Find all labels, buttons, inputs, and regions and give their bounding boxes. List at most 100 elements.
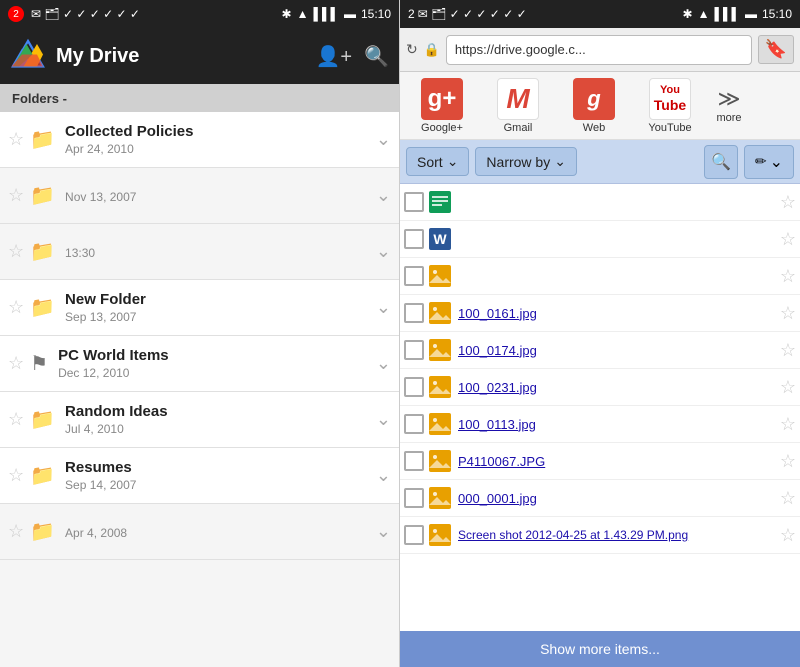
folder-name: PC World Items — [58, 347, 376, 364]
file-star-icon[interactable]: ☆ — [780, 525, 796, 546]
bookmark-youtube[interactable]: You Tube YouTube — [634, 78, 706, 134]
notification-badge-right: 2 — [408, 7, 415, 21]
folder-item[interactable]: ☆ 📁 Apr 4, 2008 ⌄ — [0, 504, 399, 560]
file-checkbox[interactable] — [404, 525, 424, 545]
file-item[interactable]: 100_0174.jpg ☆ — [400, 332, 800, 369]
file-name-screenshot[interactable]: Screen shot 2012-04-25 at 1.43.29 PM.png — [458, 528, 780, 542]
more-bookmarks-button[interactable]: ≫ more — [710, 88, 748, 124]
search-icon-toolbar: 🔍 — [711, 152, 731, 172]
folder-info: New Folder Sep 13, 2007 — [65, 291, 376, 324]
chevron-icon[interactable]: ⌄ — [376, 465, 391, 486]
file-checkbox[interactable] — [404, 451, 424, 471]
star-icon[interactable]: ☆ — [8, 185, 24, 206]
chevron-icon[interactable]: ⌄ — [376, 241, 391, 262]
file-checkbox[interactable] — [404, 377, 424, 397]
file-name-100-0174[interactable]: 100_0174.jpg — [458, 343, 780, 358]
bookmark-web[interactable]: g Web — [558, 78, 630, 134]
folder-date: Sep 13, 2007 — [65, 310, 376, 324]
folder-item[interactable]: ☆ 📁 Resumes Sep 14, 2007 ⌄ — [0, 448, 399, 504]
refresh-icon[interactable]: ↻ — [406, 41, 418, 58]
file-checkbox[interactable] — [404, 303, 424, 323]
sort-label: Sort — [417, 154, 443, 170]
file-star-icon[interactable]: ☆ — [780, 451, 796, 472]
chevron-icon[interactable]: ⌄ — [376, 521, 391, 542]
bookmark-google-plus[interactable]: g+ Google+ — [406, 78, 478, 134]
file-checkbox[interactable] — [404, 488, 424, 508]
sort-button[interactable]: Sort ⌄ — [406, 147, 469, 176]
folders-label: Folders - — [12, 91, 67, 106]
bookmark-gmail[interactable]: M Gmail — [482, 78, 554, 134]
file-star-icon[interactable]: ☆ — [780, 229, 796, 250]
folder-name: Resumes — [65, 459, 376, 476]
file-name-100-0231[interactable]: 100_0231.jpg — [458, 380, 780, 395]
file-item[interactable]: ☆ — [400, 258, 800, 295]
gmail-logo: M — [497, 78, 539, 120]
file-name-100-0161[interactable]: 100_0161.jpg — [458, 306, 780, 321]
file-item[interactable]: W ☆ — [400, 221, 800, 258]
file-item[interactable]: 100_0161.jpg ☆ — [400, 295, 800, 332]
folder-date: Nov 13, 2007 — [65, 190, 376, 204]
star-icon[interactable]: ☆ — [8, 353, 24, 374]
search-icon-header[interactable]: 🔍 — [364, 44, 389, 69]
folder-item[interactable]: ☆ 📁 Collected Policies Apr 24, 2010 ⌄ — [0, 112, 399, 168]
bookmark-label-gmail: Gmail — [504, 122, 533, 134]
bluetooth-icon: ✱ — [282, 7, 292, 21]
folder-icon: 📁 — [30, 127, 55, 152]
file-name-p4110067[interactable]: P4110067.JPG — [458, 454, 780, 469]
chevron-icon[interactable]: ⌄ — [376, 353, 391, 374]
file-star-icon[interactable]: ☆ — [780, 340, 796, 361]
folder-date: 13:30 — [65, 246, 376, 260]
file-item[interactable]: ☆ — [400, 184, 800, 221]
edit-select-button[interactable]: ✏ ⌄ — [744, 145, 794, 179]
folder-item[interactable]: ☆ 📁 13:30 ⌄ — [0, 224, 399, 280]
folder-info: Nov 13, 2007 — [65, 188, 376, 204]
bookmark-icon[interactable]: 🔖 — [758, 35, 794, 64]
more-chevrons-icon: ≫ — [717, 88, 740, 110]
url-bar[interactable]: https://drive.google.c... — [446, 35, 752, 65]
chevron-icon[interactable]: ⌄ — [376, 409, 391, 430]
narrow-by-button[interactable]: Narrow by ⌄ — [475, 147, 577, 176]
folder-info: Resumes Sep 14, 2007 — [65, 459, 376, 492]
star-icon[interactable]: ☆ — [8, 129, 24, 150]
folder-item[interactable]: ☆ 📁 Random Ideas Jul 4, 2010 ⌄ — [0, 392, 399, 448]
folder-item[interactable]: ☆ 📁 Nov 13, 2007 ⌄ — [0, 168, 399, 224]
file-star-icon[interactable]: ☆ — [780, 488, 796, 509]
file-item[interactable]: P4110067.JPG ☆ — [400, 443, 800, 480]
star-icon[interactable]: ☆ — [8, 409, 24, 430]
file-checkbox[interactable] — [404, 414, 424, 434]
star-icon[interactable]: ☆ — [8, 297, 24, 318]
star-icon[interactable]: ☆ — [8, 241, 24, 262]
folder-item[interactable]: ☆ ⚑ PC World Items Dec 12, 2010 ⌄ — [0, 336, 399, 392]
file-name-100-0113[interactable]: 100_0113.jpg — [458, 417, 780, 432]
file-checkbox[interactable] — [404, 192, 424, 212]
folder-date: Dec 12, 2010 — [58, 366, 376, 380]
file-star-icon[interactable]: ☆ — [780, 377, 796, 398]
file-checkbox[interactable] — [404, 229, 424, 249]
file-item[interactable]: Screen shot 2012-04-25 at 1.43.29 PM.png… — [400, 517, 800, 554]
battery-icon-r: ▬ — [745, 7, 757, 21]
file-item[interactable]: 000_0001.jpg ☆ — [400, 480, 800, 517]
file-name-000-0001[interactable]: 000_0001.jpg — [458, 491, 780, 506]
file-star-icon[interactable]: ☆ — [780, 414, 796, 435]
file-item[interactable]: 100_0231.jpg ☆ — [400, 369, 800, 406]
chevron-icon[interactable]: ⌄ — [376, 129, 391, 150]
file-star-icon[interactable]: ☆ — [780, 303, 796, 324]
narrow-by-label: Narrow by — [486, 154, 550, 170]
star-icon[interactable]: ☆ — [8, 521, 24, 542]
show-more-button[interactable]: Show more items... — [400, 631, 800, 667]
star-icon[interactable]: ☆ — [8, 465, 24, 486]
wifi-icon: ▲ — [297, 7, 309, 21]
file-star-icon[interactable]: ☆ — [780, 266, 796, 287]
folder-name: Collected Policies — [65, 123, 376, 140]
folder-item[interactable]: ☆ 📁 New Folder Sep 13, 2007 ⌄ — [0, 280, 399, 336]
add-person-icon[interactable]: 👤+ — [316, 44, 353, 69]
file-star-icon[interactable]: ☆ — [780, 192, 796, 213]
folder-icon: 📁 — [30, 183, 55, 208]
chevron-icon[interactable]: ⌄ — [376, 297, 391, 318]
file-checkbox[interactable] — [404, 266, 424, 286]
search-button[interactable]: 🔍 — [704, 145, 738, 179]
file-checkbox[interactable] — [404, 340, 424, 360]
drive-logo — [10, 38, 46, 74]
chevron-icon[interactable]: ⌄ — [376, 185, 391, 206]
file-item[interactable]: 100_0113.jpg ☆ — [400, 406, 800, 443]
